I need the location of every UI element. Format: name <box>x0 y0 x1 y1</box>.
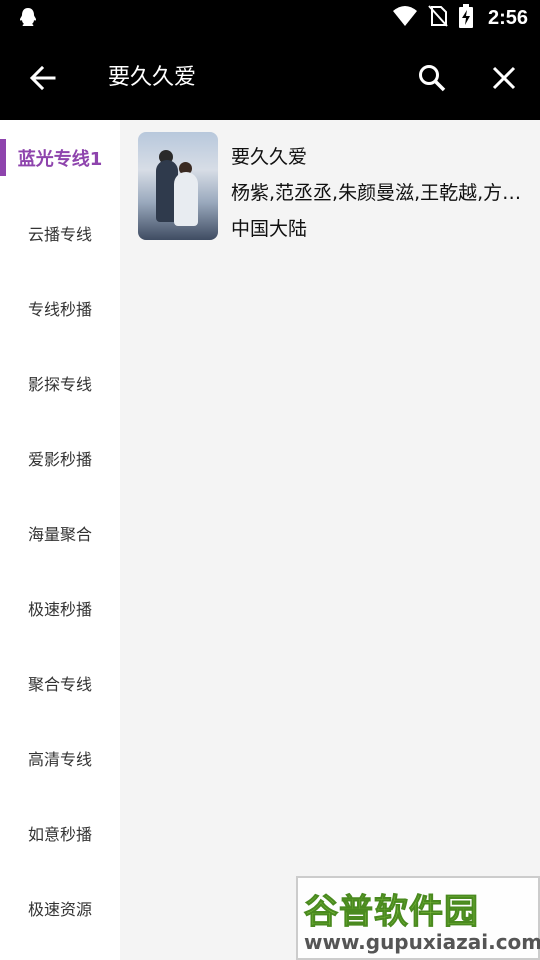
qq-notification-icon <box>16 6 40 30</box>
search-icon <box>417 63 447 97</box>
status-time: 2:56 <box>487 6 528 29</box>
toolbar: 要久久爱 <box>0 36 540 120</box>
search-query-text: 要久久爱 <box>108 65 197 90</box>
sidebar-item-languang-1[interactable]: 蓝光专线1 <box>0 120 120 195</box>
sidebar-item-gaoqing[interactable]: 高清专线 <box>0 720 120 795</box>
watermark-url: www.gupuxiazai.com <box>304 930 540 954</box>
wifi-icon <box>392 5 418 31</box>
result-item[interactable]: 要久久爱 杨紫,范丞丞,朱颜曼滋,王乾越,方… 中国大陆 <box>138 132 528 242</box>
arrow-left-icon <box>28 64 56 96</box>
movie-region: 中国大陆 <box>231 218 308 240</box>
sidebar-item-yingtan[interactable]: 影探专线 <box>0 345 120 420</box>
back-button[interactable] <box>22 60 62 100</box>
movie-poster <box>138 132 218 240</box>
status-bar: 2:56 <box>0 0 540 36</box>
movie-cast: 杨紫,范丞丞,朱颜曼滋,王乾越,方… <box>231 182 522 204</box>
close-icon <box>492 66 516 94</box>
sidebar-item-jisu-miaobo[interactable]: 极速秒播 <box>0 570 120 645</box>
battery-charging-icon <box>458 4 474 32</box>
sidebar-item-jisu-ziyuan[interactable]: 极速资源 <box>0 870 120 945</box>
watermark-brand: 谷普软件园 <box>304 892 479 933</box>
search-button[interactable] <box>410 58 454 102</box>
movie-title: 要久久爱 <box>231 146 308 168</box>
source-sidebar: 蓝光专线1 云播专线 专线秒播 影探专线 爱影秒播 海量聚合 极速秒播 聚合专线… <box>0 120 120 960</box>
results-panel: 要久久爱 杨紫,范丞丞,朱颜曼滋,王乾越,方… 中国大陆 <box>120 120 540 960</box>
sidebar-item-juhe[interactable]: 聚合专线 <box>0 645 120 720</box>
sidebar-item-aiying[interactable]: 爱影秒播 <box>0 420 120 495</box>
close-button[interactable] <box>482 58 526 102</box>
sidebar-item-ruyi[interactable]: 如意秒播 <box>0 795 120 870</box>
no-sim-icon <box>428 5 448 31</box>
site-watermark: 谷普软件园 www.gupuxiazai.com <box>296 876 540 960</box>
sidebar-item-hailiang[interactable]: 海量聚合 <box>0 495 120 570</box>
sidebar-item-zhuanxian-miaobo[interactable]: 专线秒播 <box>0 270 120 345</box>
sidebar-item-yunbo[interactable]: 云播专线 <box>0 195 120 270</box>
